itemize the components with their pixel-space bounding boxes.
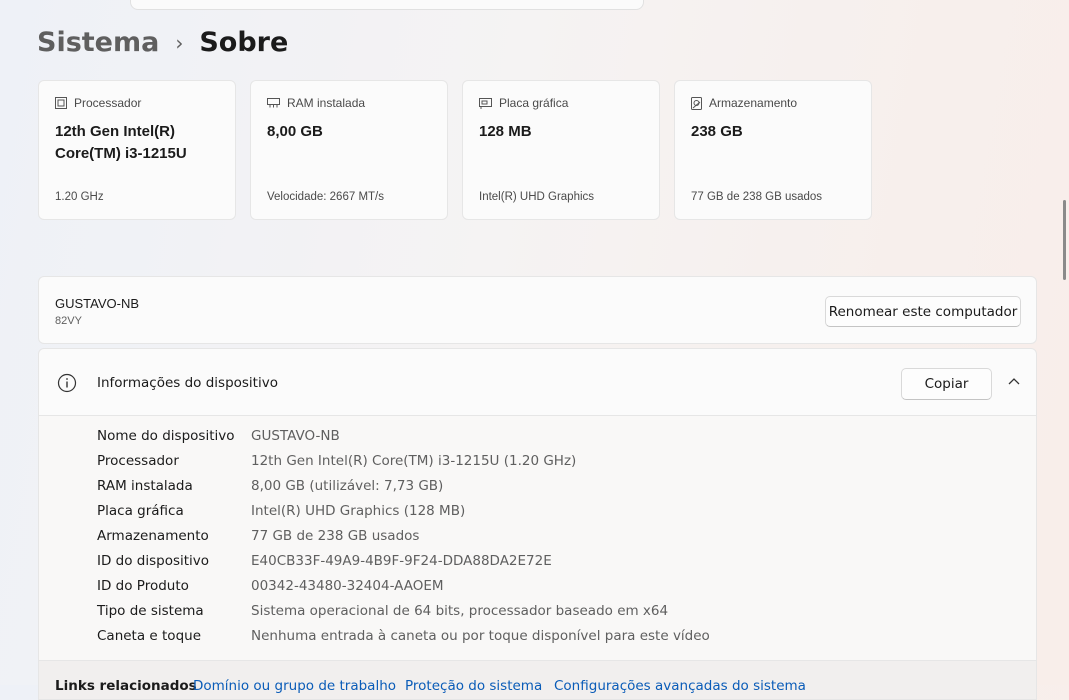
card-value: 8,00 GB bbox=[267, 123, 323, 140]
chevron-up-icon[interactable] bbox=[1008, 377, 1020, 385]
scrollbar[interactable] bbox=[1063, 200, 1066, 280]
processor-icon bbox=[55, 97, 67, 109]
ram-icon bbox=[267, 98, 280, 108]
breadcrumb: Sistema › Sobre bbox=[37, 27, 288, 58]
spec-key: ID do dispositivo bbox=[97, 553, 210, 569]
spec-key: RAM instalada bbox=[97, 478, 193, 494]
spec-value: Intel(R) UHD Graphics (128 MB) bbox=[251, 503, 466, 519]
spec-key: Processador bbox=[97, 453, 179, 469]
spec-value: 12th Gen Intel(R) Core(TM) i3-1215U (1.2… bbox=[251, 453, 577, 469]
related-links-label: Links relacionados bbox=[55, 678, 197, 694]
breadcrumb-separator-icon: › bbox=[175, 30, 184, 55]
spec-key: Placa gráfica bbox=[97, 503, 184, 519]
spec-value: GUSTAVO-NB bbox=[251, 428, 340, 444]
spec-value: Sistema operacional de 64 bits, processa… bbox=[251, 603, 669, 619]
spec-value: 77 GB de 238 GB usados bbox=[251, 528, 420, 544]
card-sub: 1.20 GHz bbox=[55, 191, 104, 203]
card-sub: 77 GB de 238 GB usados bbox=[691, 191, 823, 203]
breadcrumb-parent[interactable]: Sistema bbox=[37, 27, 159, 58]
device-info-header[interactable]: Informações do dispositivo Copiar bbox=[38, 348, 1037, 416]
spec-key: Tipo de sistema bbox=[97, 603, 204, 619]
card-label: RAM instalada bbox=[287, 96, 366, 110]
card-sub: Velocidade: 2667 MT/s bbox=[267, 191, 384, 203]
spec-value: E40CB33F-49A9-4B9F-9F24-DDA88DA2E72E bbox=[251, 553, 552, 569]
page-title: Sobre bbox=[199, 27, 289, 58]
spec-key: Armazenamento bbox=[97, 528, 209, 544]
device-name-row: GUSTAVO-NB 82VY Renomear este computador bbox=[38, 276, 1037, 344]
device-model: 82VY bbox=[55, 315, 82, 327]
gpu-icon bbox=[479, 97, 492, 109]
rename-computer-button[interactable]: Renomear este computador bbox=[825, 296, 1021, 327]
related-links: Links relacionados Domínio ou grupo de t… bbox=[38, 660, 1037, 700]
spec-key: Nome do dispositivo bbox=[97, 428, 235, 444]
card-label: Placa gráfica bbox=[499, 96, 569, 110]
card-gpu: Placa gráfica 128 MB Intel(R) UHD Graphi… bbox=[462, 80, 660, 220]
card-label: Processador bbox=[74, 96, 142, 110]
spec-key: ID do Produto bbox=[97, 578, 189, 594]
link-system-protection[interactable]: Proteção do sistema bbox=[405, 678, 542, 694]
spec-value: Nenhuma entrada à caneta ou por toque di… bbox=[251, 628, 710, 644]
copy-button[interactable]: Copiar bbox=[901, 368, 992, 400]
device-info-title: Informações do dispositivo bbox=[97, 375, 278, 391]
card-storage: Armazenamento 238 GB 77 GB de 238 GB usa… bbox=[674, 80, 872, 220]
card-processor: Processador 12th Gen Intel(R) Core(TM) i… bbox=[38, 80, 236, 220]
spec-value: 8,00 GB (utilizável: 7,73 GB) bbox=[251, 478, 444, 494]
device-name: GUSTAVO-NB bbox=[55, 296, 140, 311]
info-icon bbox=[57, 373, 77, 393]
search-bar[interactable] bbox=[130, 0, 644, 10]
card-value: 12th Gen Intel(R) Core(TM) i3-1215U bbox=[55, 123, 187, 162]
spec-key: Caneta e toque bbox=[97, 628, 201, 644]
card-ram: RAM instalada 8,00 GB Velocidade: 2667 M… bbox=[250, 80, 448, 220]
storage-icon bbox=[691, 96, 702, 110]
device-info-body: Nome do dispositivo GUSTAVO-NB Processad… bbox=[38, 416, 1037, 660]
card-sub: Intel(R) UHD Graphics bbox=[479, 191, 595, 203]
link-advanced-settings[interactable]: Configurações avançadas do sistema bbox=[554, 678, 806, 694]
card-value: 238 GB bbox=[691, 123, 743, 140]
spec-value: 00342-43480-32404-AAOEM bbox=[251, 578, 444, 594]
card-label: Armazenamento bbox=[709, 96, 798, 110]
link-domain-workgroup[interactable]: Domínio ou grupo de trabalho bbox=[193, 678, 396, 694]
card-value: 128 MB bbox=[479, 123, 532, 140]
